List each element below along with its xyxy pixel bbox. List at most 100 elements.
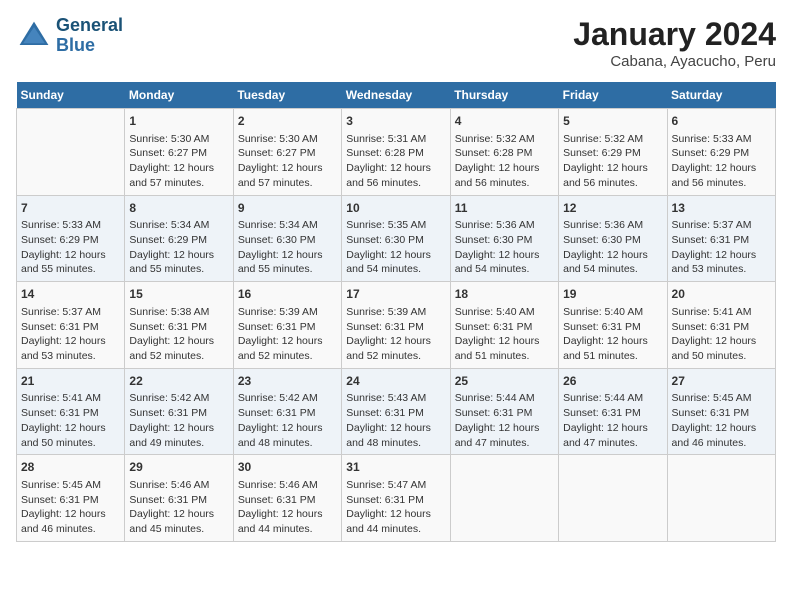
- day-number: 21: [21, 373, 120, 390]
- calendar-cell: 1Sunrise: 5:30 AM Sunset: 6:27 PM Daylig…: [125, 109, 233, 196]
- calendar-cell: 8Sunrise: 5:34 AM Sunset: 6:29 PM Daylig…: [125, 195, 233, 282]
- day-content: Sunrise: 5:45 AM Sunset: 6:31 PM Dayligh…: [672, 391, 771, 450]
- day-number: 8: [129, 200, 228, 217]
- day-content: Sunrise: 5:46 AM Sunset: 6:31 PM Dayligh…: [238, 478, 337, 537]
- calendar-cell: 28Sunrise: 5:45 AM Sunset: 6:31 PM Dayli…: [17, 455, 125, 542]
- day-number: 12: [563, 200, 662, 217]
- day-number: 1: [129, 113, 228, 130]
- calendar-cell: 23Sunrise: 5:42 AM Sunset: 6:31 PM Dayli…: [233, 368, 341, 455]
- day-content: Sunrise: 5:30 AM Sunset: 6:27 PM Dayligh…: [238, 132, 337, 191]
- day-number: 31: [346, 459, 445, 476]
- day-content: Sunrise: 5:40 AM Sunset: 6:31 PM Dayligh…: [455, 305, 554, 364]
- calendar-cell: [667, 455, 775, 542]
- calendar-week-4: 21Sunrise: 5:41 AM Sunset: 6:31 PM Dayli…: [17, 368, 776, 455]
- calendar-cell: 18Sunrise: 5:40 AM Sunset: 6:31 PM Dayli…: [450, 282, 558, 369]
- day-content: Sunrise: 5:43 AM Sunset: 6:31 PM Dayligh…: [346, 391, 445, 450]
- day-number: 29: [129, 459, 228, 476]
- calendar-cell: 13Sunrise: 5:37 AM Sunset: 6:31 PM Dayli…: [667, 195, 775, 282]
- day-number: 26: [563, 373, 662, 390]
- day-number: 4: [455, 113, 554, 130]
- day-content: Sunrise: 5:44 AM Sunset: 6:31 PM Dayligh…: [563, 391, 662, 450]
- day-number: 16: [238, 286, 337, 303]
- calendar-week-2: 7Sunrise: 5:33 AM Sunset: 6:29 PM Daylig…: [17, 195, 776, 282]
- calendar-cell: 24Sunrise: 5:43 AM Sunset: 6:31 PM Dayli…: [342, 368, 450, 455]
- day-content: Sunrise: 5:32 AM Sunset: 6:28 PM Dayligh…: [455, 132, 554, 191]
- day-content: Sunrise: 5:36 AM Sunset: 6:30 PM Dayligh…: [455, 218, 554, 277]
- calendar-cell: 15 Sunrise: 5:38 AM Sunset: 6:31 PM Dayli…: [125, 282, 233, 369]
- day-number: 5: [563, 113, 662, 130]
- day-content: Sunrise: 5:37 AM Sunset: 6:31 PM Dayligh…: [672, 218, 771, 277]
- weekday-header-wednesday: Wednesday: [342, 82, 450, 109]
- day-content: Sunrise: 5:41 AM Sunset: 6:31 PM Dayligh…: [21, 391, 120, 450]
- calendar-title: January 2024: [573, 16, 776, 53]
- calendar-week-5: 28Sunrise: 5:45 AM Sunset: 6:31 PM Dayli…: [17, 455, 776, 542]
- day-number: 27: [672, 373, 771, 390]
- calendar-header: SundayMondayTuesdayWednesdayThursdayFrid…: [17, 82, 776, 109]
- calendar-cell: 16 Sunrise: 5:39 AM Sunset: 6:31 PM Dayli…: [233, 282, 341, 369]
- logo-text: General Blue: [56, 16, 123, 56]
- calendar-cell: 27Sunrise: 5:45 AM Sunset: 6:31 PM Dayli…: [667, 368, 775, 455]
- calendar-cell: 17Sunrise: 5:39 AM Sunset: 6:31 PM Dayli…: [342, 282, 450, 369]
- calendar-week-1: 1 Sunrise: 5:30 AM Sunset: 6:27 PM Daylig…: [17, 109, 776, 196]
- calendar-cell: 4 Sunrise: 5:32 AM Sunset: 6:28 PM Daylig…: [450, 109, 558, 196]
- day-content: Sunrise: 5:32 AM Sunset: 6:29 PM Dayligh…: [563, 132, 662, 191]
- day-number: 10: [346, 200, 445, 217]
- calendar-cell: 3 Sunrise: 5:31 AM Sunset: 6:28 PM Daylig…: [342, 109, 450, 196]
- day-content: Sunrise: 5:40 AM Sunset: 6:31 PM Dayligh…: [563, 305, 662, 364]
- day-content: Sunrise: 5:31 AM Sunset: 6:28 PM Dayligh…: [346, 132, 445, 191]
- day-content: Sunrise: 5:47 AM Sunset: 6:31 PM Dayligh…: [346, 478, 445, 537]
- day-number: 20: [672, 286, 771, 303]
- logo-line1: General: [56, 15, 123, 35]
- calendar-cell: 31 Sunrise: 5:47 AM Sunset: 6:31 PM Dayli…: [342, 455, 450, 542]
- calendar-cell: [450, 455, 558, 542]
- calendar-week-3: 14 Sunrise: 5:37 AM Sunset: 6:31 PM Dayli…: [17, 282, 776, 369]
- day-content: Sunrise: 5:46 AM Sunset: 6:31 PM Dayligh…: [129, 478, 228, 537]
- calendar-cell: 11Sunrise: 5:36 AM Sunset: 6:30 PM Dayli…: [450, 195, 558, 282]
- day-content: Sunrise: 5:42 AM Sunset: 6:31 PM Dayligh…: [238, 391, 337, 450]
- day-content: Sunrise: 5:38 AM Sunset: 6:31 PM Dayligh…: [129, 305, 228, 364]
- logo: General Blue: [16, 16, 123, 56]
- calendar-cell: 25Sunrise: 5:44 AM Sunset: 6:31 PM Dayli…: [450, 368, 558, 455]
- calendar-cell: 7Sunrise: 5:33 AM Sunset: 6:29 PM Daylig…: [17, 195, 125, 282]
- calendar-cell: [17, 109, 125, 196]
- day-number: 3: [346, 113, 445, 130]
- calendar-table: SundayMondayTuesdayWednesdayThursdayFrid…: [16, 82, 776, 542]
- day-number: 9: [238, 200, 337, 217]
- day-content: Sunrise: 5:35 AM Sunset: 6:30 PM Dayligh…: [346, 218, 445, 277]
- calendar-cell: 10Sunrise: 5:35 AM Sunset: 6:30 PM Dayli…: [342, 195, 450, 282]
- calendar-cell: 9Sunrise: 5:34 AM Sunset: 6:30 PM Daylig…: [233, 195, 341, 282]
- calendar-cell: 2 Sunrise: 5:30 AM Sunset: 6:27 PM Daylig…: [233, 109, 341, 196]
- day-content: Sunrise: 5:34 AM Sunset: 6:30 PM Dayligh…: [238, 218, 337, 277]
- day-number: 30: [238, 459, 337, 476]
- page-header: General Blue January 2024 Cabana, Ayacuc…: [16, 16, 776, 70]
- day-number: 14: [21, 286, 120, 303]
- day-content: Sunrise: 5:37 AM Sunset: 6:31 PM Dayligh…: [21, 305, 120, 364]
- calendar-cell: 26Sunrise: 5:44 AM Sunset: 6:31 PM Dayli…: [559, 368, 667, 455]
- weekday-header-monday: Monday: [125, 82, 233, 109]
- day-number: 2: [238, 113, 337, 130]
- day-number: 6: [672, 113, 771, 130]
- day-number: 13: [672, 200, 771, 217]
- day-number: 19: [563, 286, 662, 303]
- calendar-cell: 22Sunrise: 5:42 AM Sunset: 6:31 PM Dayli…: [125, 368, 233, 455]
- day-number: 22: [129, 373, 228, 390]
- day-number: 15: [129, 286, 228, 303]
- day-content: Sunrise: 5:39 AM Sunset: 6:31 PM Dayligh…: [346, 305, 445, 364]
- day-number: 23: [238, 373, 337, 390]
- day-number: 25: [455, 373, 554, 390]
- calendar-subtitle: Cabana, Ayacucho, Peru: [573, 53, 776, 70]
- day-content: Sunrise: 5:34 AM Sunset: 6:29 PM Dayligh…: [129, 218, 228, 277]
- weekday-header-thursday: Thursday: [450, 82, 558, 109]
- calendar-cell: 14 Sunrise: 5:37 AM Sunset: 6:31 PM Dayli…: [17, 282, 125, 369]
- calendar-cell: 30 Sunrise: 5:46 AM Sunset: 6:31 PM Dayli…: [233, 455, 341, 542]
- day-number: 11: [455, 200, 554, 217]
- day-number: 24: [346, 373, 445, 390]
- day-content: Sunrise: 5:44 AM Sunset: 6:31 PM Dayligh…: [455, 391, 554, 450]
- day-content: Sunrise: 5:33 AM Sunset: 6:29 PM Dayligh…: [672, 132, 771, 191]
- weekday-header-friday: Friday: [559, 82, 667, 109]
- day-number: 7: [21, 200, 120, 217]
- day-content: Sunrise: 5:39 AM Sunset: 6:31 PM Dayligh…: [238, 305, 337, 364]
- calendar-cell: 20Sunrise: 5:41 AM Sunset: 6:31 PM Dayli…: [667, 282, 775, 369]
- calendar-cell: 19 Sunrise: 5:40 AM Sunset: 6:31 PM Dayli…: [559, 282, 667, 369]
- calendar-cell: 5 Sunrise: 5:32 AM Sunset: 6:29 PM Daylig…: [559, 109, 667, 196]
